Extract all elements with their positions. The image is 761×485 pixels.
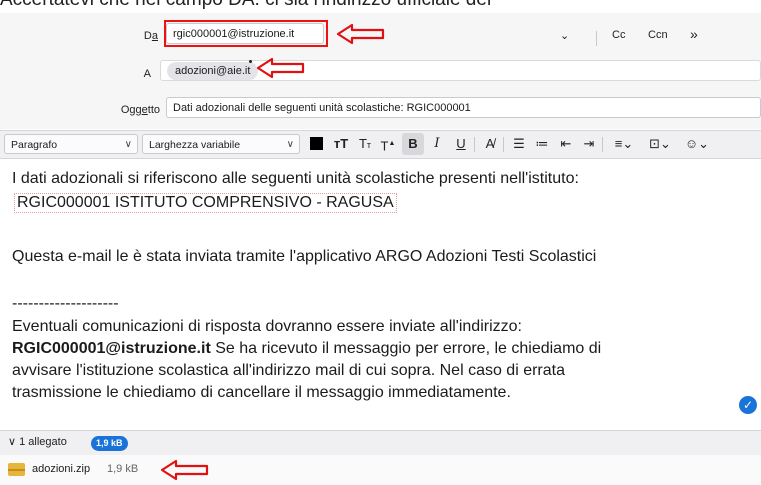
recipient-pill[interactable]: adozioni@aie.it (167, 62, 259, 80)
recipient-status-dot (249, 60, 252, 63)
cc-button[interactable]: Cc (612, 29, 625, 41)
message-line: Eventuali comunicazioni di risposta dovr… (12, 318, 522, 335)
font-smaller-icon[interactable]: Tт (354, 133, 376, 155)
attachments-size-badge: 1,9 kB (91, 436, 128, 451)
bullet-list-icon[interactable]: ☰ (508, 133, 530, 155)
attachments-toggle[interactable]: ∨ 1 allegato (8, 435, 67, 448)
zip-folder-stripe (8, 469, 25, 471)
school-unit-line: RGIC000001 ISTITUTO COMPRENSIVO - RAGUSA (14, 193, 397, 213)
recipient-address: adozioni@aie.it (175, 65, 251, 77)
arrow-left-icon (336, 23, 385, 45)
bold-icon[interactable]: B (402, 133, 424, 155)
highlight-box (164, 20, 328, 47)
more-button[interactable]: » (690, 26, 698, 42)
font-width-select[interactable]: Larghezza variabile ∨ (142, 134, 300, 154)
underline-icon[interactable]: U (450, 133, 472, 155)
chevron-down-icon: ∨ (286, 139, 294, 150)
align-icon[interactable]: ≡⌄ (607, 133, 641, 155)
text-color-icon[interactable] (305, 133, 327, 155)
attachment-name: adozioni.zip (32, 463, 91, 475)
arrow-left-icon (256, 57, 305, 79)
separator (596, 31, 597, 46)
reply-address: RGIC000001@istruzione.it (12, 340, 211, 357)
message-line-rest: Se ha ricevuto il messaggio per errore, … (210, 340, 602, 357)
subject-label: Oggetto (120, 104, 160, 116)
numbered-list-icon[interactable]: ≔ (531, 133, 553, 155)
separator (503, 137, 504, 152)
message-line: I dati adozionali si riferiscono alle se… (12, 170, 579, 187)
arrow-left-icon (160, 459, 209, 481)
instruction-caption: Accertatevi che nel campo DA: ci sia l'i… (0, 0, 761, 11)
attachment-item[interactable]: adozioni.zip 1,9 kB (0, 455, 761, 485)
chevron-down-icon: ∨ (8, 436, 17, 448)
message-line: trasmissione le chiediamo di cancellare … (12, 384, 511, 401)
italic-icon[interactable]: I (426, 133, 448, 155)
outdent-icon[interactable]: ⇤ (555, 133, 577, 155)
attachments-bar[interactable]: ∨ 1 allegato 1,9 kB (0, 430, 761, 455)
format-toolbar: Paragrafo ∨ Larghezza variabile ∨ тT Tт T▲… (0, 130, 761, 159)
chevron-down-icon: ∨ (124, 139, 132, 150)
checkmark-icon: ✓ (739, 396, 757, 414)
from-dropdown-button[interactable]: ⌄ (560, 29, 569, 42)
message-line: RGIC000001@istruzione.it Se ha ricevuto … (12, 340, 601, 358)
remove-format-icon[interactable]: A̸ (479, 133, 501, 155)
subject-field[interactable]: Dati adozionali delle seguenti unità sco… (166, 97, 761, 118)
indent-icon[interactable]: ⇥ (578, 133, 600, 155)
insert-icon[interactable]: ⊡⌄ (643, 133, 677, 155)
emoji-icon[interactable]: ☺⌄ (680, 133, 714, 155)
signature-separator: -------------------- (12, 295, 119, 312)
message-line: avvisare l'istituzione scolastica all'in… (12, 362, 565, 379)
subject-text: Dati adozionali delle seguenti unità sco… (173, 102, 471, 114)
separator (474, 137, 475, 152)
font-width-select-label: Larghezza variabile (149, 139, 241, 151)
font-bigger-icon[interactable]: тT (330, 133, 352, 155)
attachment-size: 1,9 kB (107, 463, 139, 475)
from-label: Da (143, 30, 158, 42)
ccn-button[interactable]: Ccn (648, 29, 668, 41)
message-line: Questa e-mail le è stata inviata tramite… (12, 248, 597, 265)
to-label: A (143, 68, 151, 80)
compose-header: Da rgic000001@istruzione.it ⌄ Cc Ccn » A… (0, 13, 761, 129)
separator (602, 137, 603, 152)
superscript-icon[interactable]: T▲ (377, 133, 399, 155)
paragraph-select[interactable]: Paragrafo ∨ (4, 134, 138, 154)
paragraph-select-label: Paragrafo (11, 139, 58, 151)
attachments-count: 1 allegato (19, 436, 67, 448)
